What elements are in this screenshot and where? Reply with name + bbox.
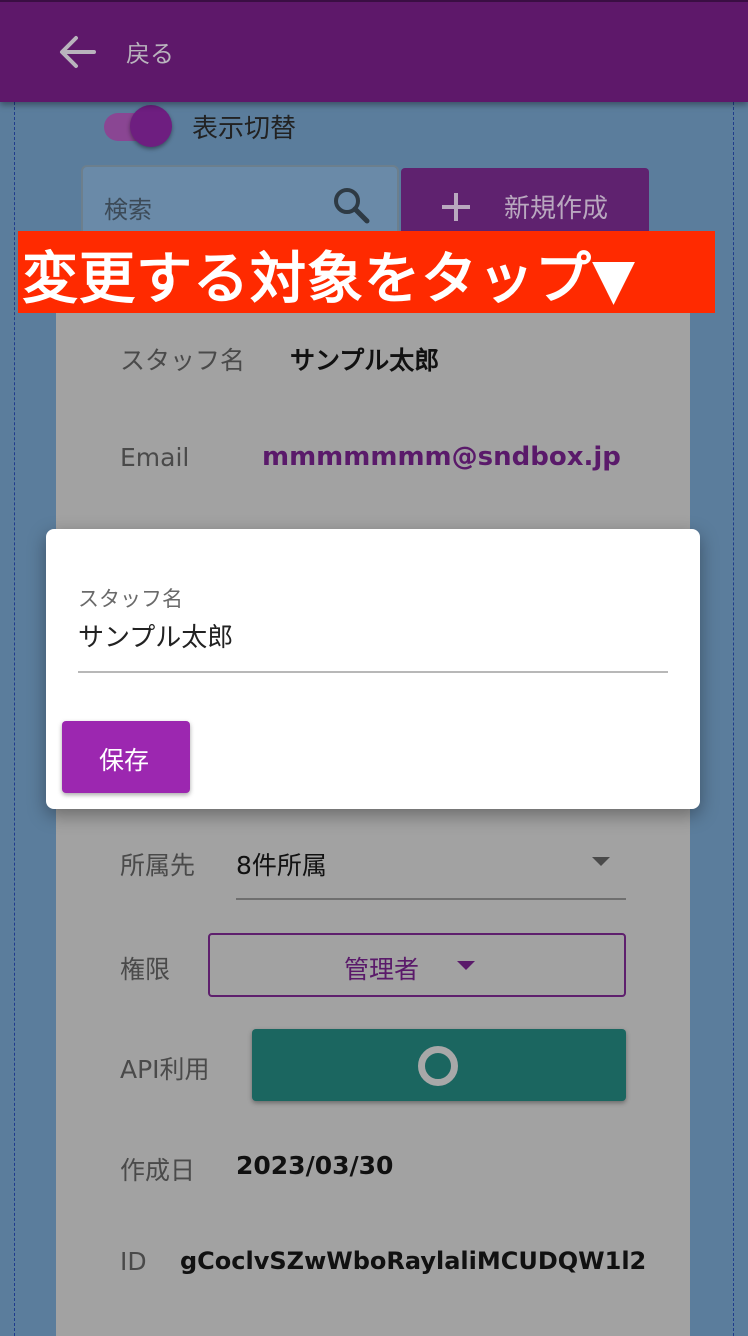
- staff-name-field[interactable]: サンプル太郎: [78, 617, 233, 654]
- page: 戻る 表示切替 検索 新規作成 変更する対象をタップ▼ スタッフ名 サンプル太郎…: [0, 0, 748, 1336]
- dialog-field-label: スタッフ名: [78, 587, 183, 611]
- dialog-field-underline: [78, 671, 668, 673]
- api-label: API利用: [120, 1055, 210, 1084]
- new-button-label: 新規作成: [504, 194, 609, 224]
- search-icon[interactable]: [332, 186, 370, 224]
- role-select-value[interactable]: 管理者: [344, 950, 419, 986]
- id-value: gCoclvSZwWboRaylaliMCUDQW1l2: [180, 1247, 647, 1275]
- save-button-label[interactable]: 保存: [99, 741, 149, 777]
- backdrop-left: [0, 102, 14, 1336]
- created-label: 作成日: [120, 1156, 196, 1185]
- view-toggle-label: 表示切替: [192, 114, 297, 144]
- backdrop-right: [734, 102, 748, 1336]
- affiliation-select[interactable]: 8件所属: [236, 846, 327, 882]
- search-placeholder: 検索: [104, 196, 152, 224]
- app-bar: [0, 0, 748, 102]
- chevron-down-icon[interactable]: [592, 857, 610, 866]
- affiliation-label: 所属先: [120, 851, 196, 880]
- instruction-banner-text: 変更する対象をタップ▼: [22, 247, 637, 312]
- role-label: 権限: [120, 955, 171, 984]
- plus-icon: [442, 193, 470, 221]
- chevron-down-icon[interactable]: [457, 961, 475, 970]
- created-value: 2023/03/30: [236, 1151, 394, 1180]
- staff-name-value[interactable]: サンプル太郎: [290, 341, 439, 377]
- affiliation-underline: [236, 898, 626, 900]
- back-arrow-icon[interactable]: [58, 34, 98, 70]
- email-label: Email: [120, 443, 190, 472]
- id-label: ID: [120, 1247, 147, 1276]
- ring-icon: [418, 1046, 458, 1086]
- email-value[interactable]: mmmmmmm@sndbox.jp: [262, 442, 621, 472]
- back-label[interactable]: 戻る: [126, 34, 174, 69]
- staff-name-label: スタッフ名: [120, 346, 246, 375]
- view-toggle-knob[interactable]: [130, 105, 172, 147]
